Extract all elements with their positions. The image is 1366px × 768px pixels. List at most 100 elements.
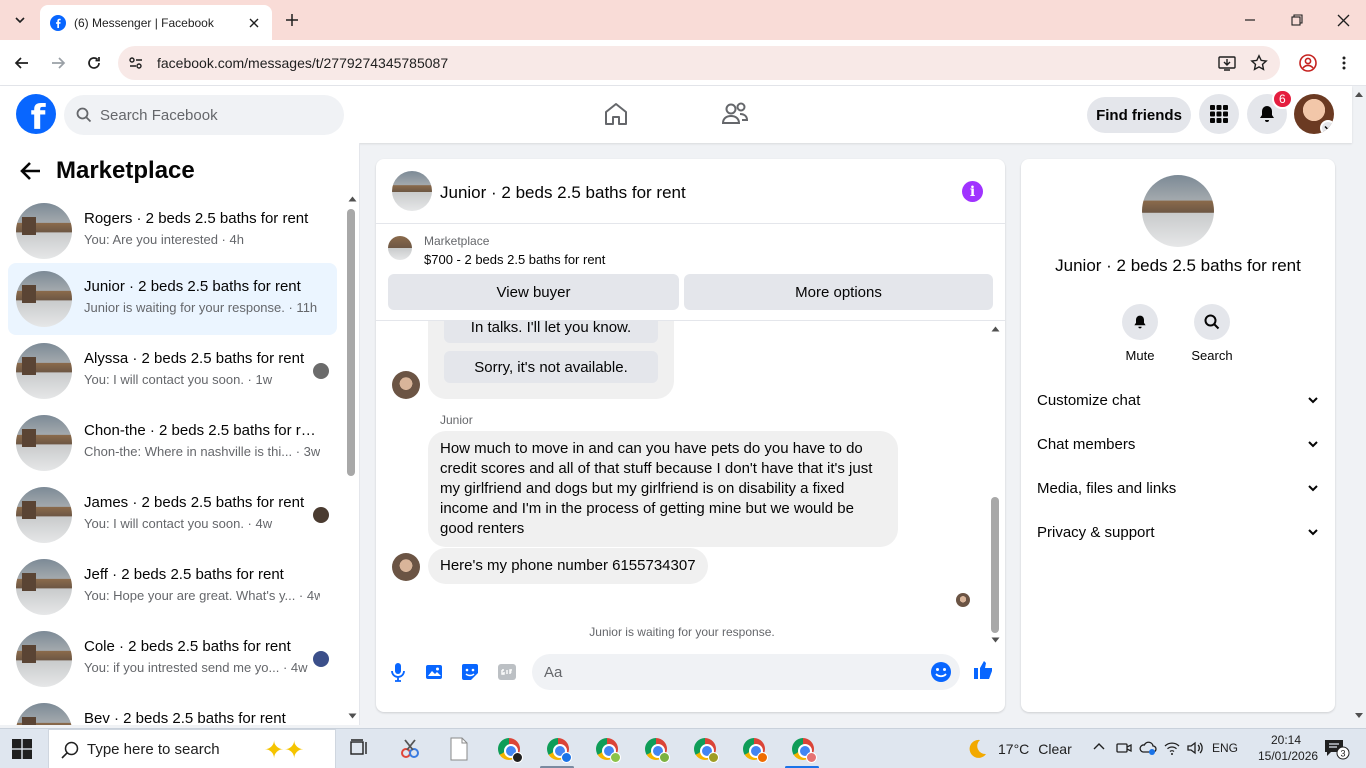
- back-button[interactable]: [10, 51, 34, 75]
- browser-tab[interactable]: (6) Messenger | Facebook: [40, 5, 272, 40]
- back-arrow-icon[interactable]: [20, 161, 42, 181]
- chrome-profile-icon[interactable]: [742, 737, 768, 763]
- conversation-item[interactable]: James · 2 beds 2.5 baths for rent You: I…: [8, 479, 337, 551]
- sender-avatar[interactable]: [392, 371, 420, 399]
- chrome-profile-icon[interactable]: [595, 737, 621, 763]
- emoji-icon[interactable]: [930, 661, 952, 683]
- tab-close-icon[interactable]: [246, 15, 262, 31]
- close-window-button[interactable]: [1331, 8, 1355, 32]
- chrome-profile-icon[interactable]: [546, 737, 572, 763]
- account-avatar[interactable]: [1294, 94, 1334, 134]
- minimize-button[interactable]: [1238, 8, 1262, 32]
- facebook-header: f Find friends 6: [0, 86, 1352, 143]
- customize-chat-section[interactable]: Customize chat: [1037, 382, 1319, 418]
- windows-start-icon[interactable]: [12, 739, 32, 759]
- conversation-item[interactable]: Jeff · 2 beds 2.5 baths for rent You: Ho…: [8, 551, 337, 623]
- conversation-item[interactable]: Cole · 2 beds 2.5 baths for rent You: if…: [8, 623, 337, 695]
- volume-icon[interactable]: [1186, 740, 1204, 756]
- profile-button[interactable]: [1296, 51, 1320, 75]
- bell-icon[interactable]: [1122, 304, 1158, 340]
- url-text[interactable]: facebook.com/messages/t/2779274345785087: [157, 55, 448, 71]
- tab-search-button[interactable]: [8, 8, 32, 32]
- chat-scrollbar[interactable]: [991, 497, 999, 633]
- reload-button[interactable]: [82, 51, 106, 75]
- search-icon[interactable]: [1194, 304, 1230, 340]
- facebook-search[interactable]: [64, 95, 344, 135]
- bookmark-star-icon[interactable]: [1250, 54, 1268, 72]
- friends-icon[interactable]: [721, 101, 749, 127]
- onedrive-icon[interactable]: [1139, 740, 1157, 756]
- privacy-support-section[interactable]: Privacy & support: [1037, 514, 1319, 550]
- sender-avatar[interactable]: [392, 553, 420, 581]
- gif-icon[interactable]: [497, 662, 517, 682]
- chrome-profile-icon[interactable]: [497, 737, 523, 763]
- photo-icon[interactable]: [425, 662, 445, 682]
- chat-listing-photo[interactable]: [392, 171, 432, 211]
- facebook-logo[interactable]: f: [16, 94, 56, 134]
- task-view-icon[interactable]: [348, 737, 372, 761]
- conversation-name: Junior · 2 beds 2.5 baths for rent: [84, 278, 301, 295]
- page-scroll-up-arrow[interactable]: [1354, 90, 1364, 98]
- more-options-button[interactable]: More options: [684, 274, 993, 310]
- bell-icon: [1260, 106, 1274, 122]
- profile-icon: [1299, 54, 1317, 72]
- message-input-box[interactable]: [532, 654, 960, 690]
- message-composer: [376, 649, 1005, 712]
- chrome-profile-icon[interactable]: [791, 737, 817, 763]
- scroll-up-arrow[interactable]: [348, 195, 357, 202]
- chrome-profile-icon[interactable]: [644, 737, 670, 763]
- message-bubble[interactable]: Here's my phone number 6155734307: [428, 548, 708, 584]
- message-input[interactable]: [544, 654, 924, 690]
- page-scroll-down-arrow[interactable]: [1354, 712, 1364, 720]
- sidebar-scrollbar[interactable]: [347, 209, 355, 476]
- install-app-icon[interactable]: [1218, 54, 1236, 72]
- notification-center-icon[interactable]: 3: [1324, 738, 1350, 760]
- scroll-up-arrow[interactable]: [991, 325, 1000, 332]
- conversation-item[interactable]: Alyssa · 2 beds 2.5 baths for rent You: …: [8, 335, 337, 407]
- weather-widget[interactable]: 17°C Clear: [966, 738, 1072, 760]
- find-friends-button[interactable]: Find friends: [1087, 97, 1191, 133]
- details-listing-photo[interactable]: [1142, 175, 1214, 247]
- quick-reply-option[interactable]: Sorry, it's not available.: [444, 351, 658, 383]
- menu-button[interactable]: [1199, 94, 1239, 134]
- chat-title[interactable]: Junior · 2 beds 2.5 baths for rent: [440, 183, 686, 203]
- media-files-links-section[interactable]: Media, files and links: [1037, 470, 1319, 506]
- scroll-down-arrow[interactable]: [991, 637, 1000, 644]
- scroll-down-arrow[interactable]: [348, 713, 357, 720]
- snipping-tool-icon[interactable]: [398, 737, 422, 761]
- forward-button[interactable]: [46, 51, 70, 75]
- listing-price-title[interactable]: $700 - 2 beds 2.5 baths for rent: [424, 252, 605, 267]
- quick-reply-option[interactable]: In talks. I'll let you know.: [444, 321, 658, 343]
- search-input[interactable]: [100, 95, 330, 135]
- sticker-icon[interactable]: [460, 662, 480, 682]
- thumbs-up-icon[interactable]: [972, 659, 994, 681]
- view-buyer-button[interactable]: View buyer: [388, 274, 679, 310]
- meet-now-icon[interactable]: [1116, 740, 1132, 756]
- restore-button[interactable]: [1285, 8, 1309, 32]
- browser-menu-button[interactable]: [1332, 51, 1356, 75]
- conversation-item[interactable]: Bev · 2 beds 2.5 baths for rent: [8, 695, 337, 725]
- conversation-item-active[interactable]: Junior · 2 beds 2.5 baths for rent Junio…: [8, 263, 337, 335]
- clock[interactable]: 20:14 15/01/2026: [1258, 732, 1318, 764]
- chevron-up-icon[interactable]: [1092, 740, 1106, 754]
- notepad-icon[interactable]: [448, 737, 472, 761]
- mute-action[interactable]: Mute: [1110, 304, 1170, 363]
- chrome-profile-icon[interactable]: [693, 737, 719, 763]
- address-bar[interactable]: facebook.com/messages/t/2779274345785087: [118, 46, 1280, 80]
- new-tab-button[interactable]: [282, 10, 302, 30]
- conversation-item[interactable]: Chon-the · 2 beds 2.5 baths for rent Cho…: [8, 407, 337, 479]
- site-settings-icon[interactable]: [128, 55, 144, 71]
- home-icon[interactable]: [603, 101, 629, 127]
- weather-condition: Clear: [1038, 741, 1072, 757]
- chat-panel: Junior · 2 beds 2.5 baths for rent i Mar…: [376, 159, 1005, 712]
- chat-members-section[interactable]: Chat members: [1037, 426, 1319, 462]
- network-icon[interactable]: [1164, 740, 1180, 756]
- message-bubble[interactable]: How much to move in and can you have pet…: [428, 431, 898, 547]
- input-language[interactable]: ENG: [1212, 741, 1238, 755]
- taskbar-search[interactable]: ✦✦: [48, 729, 336, 768]
- search-action[interactable]: Search: [1182, 304, 1242, 363]
- info-icon[interactable]: i: [962, 181, 983, 202]
- taskbar-search-input[interactable]: [87, 730, 237, 768]
- conversation-item[interactable]: Rogers · 2 beds 2.5 baths for rent You: …: [8, 195, 337, 267]
- microphone-icon[interactable]: [390, 662, 406, 682]
